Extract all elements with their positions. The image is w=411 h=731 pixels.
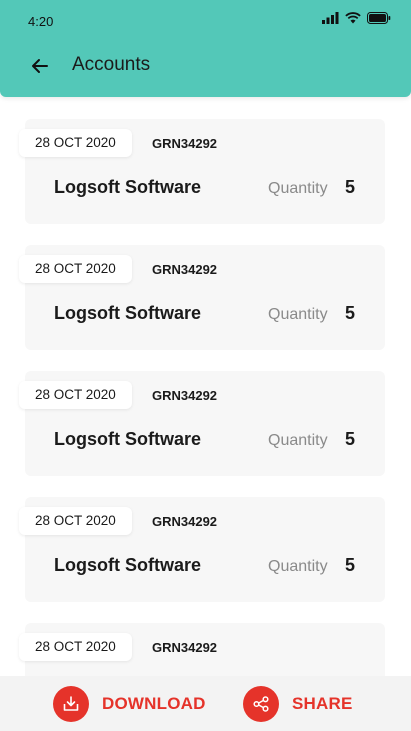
account-card[interactable]: 28 OCT 2020 GRN34292 [19, 623, 385, 676]
share-icon [243, 686, 279, 722]
back-button[interactable] [28, 54, 52, 78]
wifi-icon [345, 12, 361, 24]
arrow-left-icon [32, 59, 48, 73]
status-bar: 4:20 [0, 0, 411, 40]
grn-number: GRN34292 [152, 136, 218, 151]
quantity-value: 5 [345, 555, 356, 575]
signal-icon [322, 12, 339, 24]
download-button[interactable]: DOWNLOAD [53, 686, 206, 722]
account-card[interactable]: 28 OCT 2020 GRN34292 Logsoft Software Qu… [19, 371, 385, 476]
date-badge: 28 OCT 2020 [19, 255, 132, 283]
account-card[interactable]: 28 OCT 2020 GRN34292 Logsoft Software Qu… [19, 497, 385, 602]
date-badge: 28 OCT 2020 [19, 507, 132, 535]
share-button[interactable]: SHARE [243, 686, 353, 722]
grn-number: GRN34292 [152, 514, 218, 529]
quantity-value: 5 [345, 303, 356, 323]
quantity-label: Quantity [268, 180, 328, 197]
quantity-value: 5 [345, 429, 356, 449]
grn-number: GRN34292 [152, 388, 218, 403]
quantity-value: 5 [345, 177, 356, 197]
date-badge: 28 OCT 2020 [19, 381, 132, 409]
download-icon [53, 686, 89, 722]
download-label: DOWNLOAD [102, 694, 206, 713]
grn-number: GRN34292 [152, 262, 218, 277]
status-time: 4:20 [28, 14, 54, 29]
quantity-label: Quantity [268, 432, 328, 449]
page-title: Accounts [72, 54, 151, 75]
company-name: Logsoft Software [54, 177, 201, 197]
accounts-list[interactable]: 28 OCT 2020 GRN34292 Logsoft Software Qu… [0, 97, 411, 676]
app-header: 4:20 Accounts [0, 0, 411, 97]
company-name: Logsoft Software [54, 303, 201, 323]
status-icons [322, 12, 391, 24]
bottom-action-bar: DOWNLOAD SHARE [0, 676, 411, 731]
account-card[interactable]: 28 OCT 2020 GRN34292 Logsoft Software Qu… [19, 245, 385, 350]
account-card[interactable]: 28 OCT 2020 GRN34292 Logsoft Software Qu… [19, 119, 385, 224]
date-badge: 28 OCT 2020 [19, 129, 132, 157]
quantity-label: Quantity [268, 558, 328, 575]
company-name: Logsoft Software [54, 429, 201, 449]
company-name: Logsoft Software [54, 555, 201, 575]
grn-number: GRN34292 [152, 640, 218, 655]
quantity-label: Quantity [268, 306, 328, 323]
share-label: SHARE [292, 694, 353, 713]
battery-icon [367, 12, 391, 24]
date-badge: 28 OCT 2020 [19, 633, 132, 661]
